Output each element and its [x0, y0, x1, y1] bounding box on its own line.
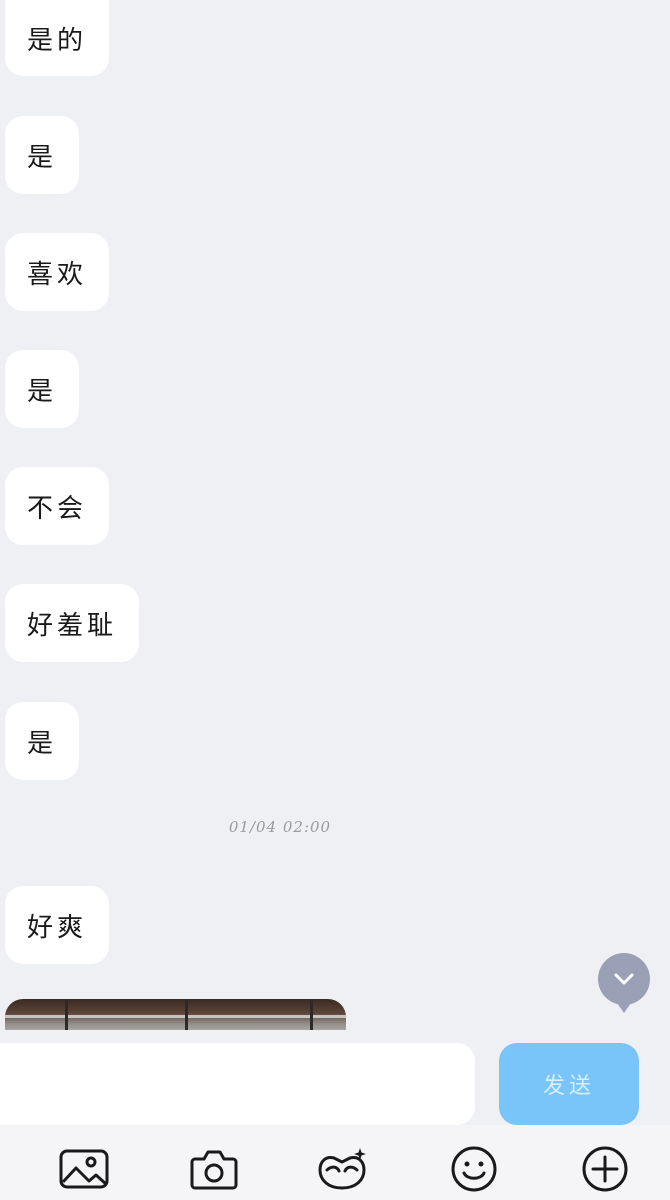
message-bubble[interactable]: 是	[5, 116, 80, 194]
sticker-button[interactable]	[316, 1143, 368, 1195]
message-bubble[interactable]: 是	[5, 702, 80, 780]
message-bubble[interactable]: 是	[5, 350, 80, 428]
send-button[interactable]: 发送	[499, 1043, 639, 1125]
message-text: 是	[27, 728, 58, 759]
message-input[interactable]	[0, 1043, 475, 1125]
more-button[interactable]	[579, 1143, 631, 1195]
sticker-icon	[318, 1148, 366, 1190]
chat-screen: 是的 是 喜欢 是 不会 好羞耻 是 01/04 02:00 好爽 发送	[0, 0, 670, 1200]
message-text: 喜欢	[27, 259, 88, 290]
message-text: 是的	[27, 25, 88, 56]
emoji-icon	[451, 1146, 497, 1192]
image-icon	[59, 1149, 109, 1189]
message-bubble[interactable]: 是的	[5, 0, 110, 76]
message-bubble[interactable]: 好爽	[5, 886, 110, 964]
camera-button[interactable]	[188, 1143, 240, 1195]
photo-detail	[5, 1015, 346, 1018]
camera-icon	[190, 1150, 238, 1190]
message-bubble[interactable]: 喜欢	[5, 233, 110, 311]
message-text: 好羞耻	[27, 610, 118, 641]
plus-icon	[582, 1146, 628, 1192]
message-timestamp: 01/04 02:00	[228, 818, 332, 836]
input-bar: 发送	[0, 1030, 670, 1125]
message-text: 不会	[27, 493, 88, 524]
emoji-button[interactable]	[448, 1143, 500, 1195]
message-text: 是	[27, 142, 58, 173]
bottom-toolbar	[0, 1125, 670, 1200]
image-button[interactable]	[58, 1143, 110, 1195]
message-text: 好爽	[27, 912, 88, 943]
message-bubble[interactable]: 好羞耻	[5, 584, 140, 662]
scroll-to-bottom-button[interactable]	[598, 953, 650, 1013]
chevron-down-icon	[614, 973, 634, 985]
message-bubble[interactable]: 不会	[5, 467, 110, 545]
message-text: 是	[27, 376, 58, 407]
